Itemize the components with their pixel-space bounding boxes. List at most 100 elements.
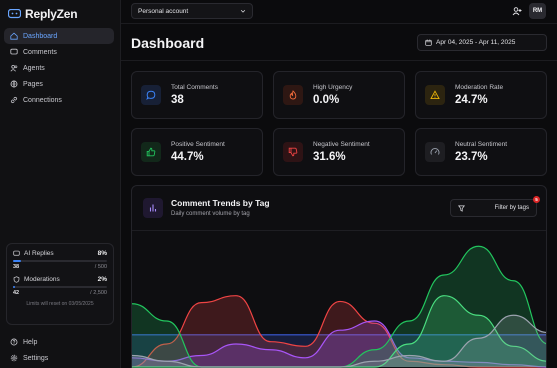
trend-icon-box — [143, 198, 163, 218]
message-icon — [10, 48, 18, 55]
ai-replies-limit: / 500 — [94, 264, 107, 270]
thumbs-up-icon — [146, 147, 156, 157]
sidebar-item-label: Pages — [23, 80, 43, 88]
users-icon — [10, 64, 18, 72]
calendar-icon — [425, 39, 432, 46]
stat-value: 38 — [171, 94, 184, 106]
sidebar: ReplyZen Dashboard Comments Agents Pages… — [0, 0, 121, 368]
page-title: Dashboard — [131, 35, 205, 51]
stat-card-total-comments: Total Comments 38 — [131, 71, 263, 119]
sidebar-item-comments[interactable]: Comments — [4, 44, 114, 60]
date-range-text: Apr 04, 2025 - Apr 11, 2025 — [436, 39, 516, 46]
sidebar-item-pages[interactable]: Pages — [4, 76, 114, 92]
trend-area-chart — [132, 245, 546, 368]
moderations-limit: / 2,500 — [90, 290, 107, 296]
stat-icon-box — [283, 85, 303, 105]
sidebar-item-label: Agents — [23, 64, 45, 72]
stat-title: Negative Sentiment — [313, 141, 370, 148]
account-name: Personal account — [138, 7, 189, 15]
ai-replies-row: AI Replies 8% — [13, 250, 107, 257]
stat-title: Positive Sentiment — [171, 141, 225, 148]
filter-count-badge: 5 — [533, 196, 540, 203]
chat-bubble-icon — [146, 90, 156, 100]
app-logo[interactable]: ReplyZen — [8, 7, 78, 21]
stat-value: 23.7% — [455, 151, 488, 163]
ai-replies-percent: 8% — [97, 250, 107, 257]
stat-card-positive-sentiment: Positive Sentiment 44.7% — [131, 128, 263, 176]
sidebar-item-label: Settings — [23, 354, 49, 362]
trend-subtitle: Daily comment volume by tag — [171, 211, 250, 217]
stat-title: High Urgency — [313, 84, 353, 91]
moderations-count: 42 / 2,500 — [13, 290, 107, 296]
user-plus-icon — [512, 7, 521, 16]
moderations-progress — [13, 286, 107, 288]
moderations-label: Moderations — [24, 276, 60, 283]
warning-icon — [430, 90, 440, 100]
ai-replies-progress — [13, 260, 107, 262]
ai-replies-count: 38 / 500 — [13, 264, 107, 270]
stat-value: 31.6% — [313, 151, 346, 163]
limits-reset-note: Limits will reset on 03/05/2025 — [26, 301, 94, 307]
sidebar-item-connections[interactable]: Connections — [4, 92, 114, 108]
invite-user-button[interactable] — [508, 3, 525, 19]
link-icon — [10, 96, 18, 104]
sidebar-item-settings[interactable]: Settings — [4, 350, 114, 366]
comment-trends-panel: Comment Trends by Tag Daily comment volu… — [131, 185, 547, 368]
stat-icon-box — [425, 85, 445, 105]
stat-value: 44.7% — [171, 151, 204, 163]
stat-title: Moderation Rate — [455, 84, 504, 91]
app-name: ReplyZen — [25, 7, 78, 21]
ai-replies-progress-fill — [13, 260, 21, 262]
moderations-percent: 2% — [97, 276, 107, 283]
stat-card-moderation-rate: Moderation Rate 24.7% — [415, 71, 547, 119]
shield-icon — [13, 276, 20, 283]
stat-icon-box — [141, 142, 161, 162]
sidebar-item-label: Connections — [23, 96, 62, 104]
stat-icon-box — [141, 85, 161, 105]
sidebar-item-label: Help — [23, 338, 38, 346]
sidebar-nav: Dashboard Comments Agents Pages Connecti… — [4, 28, 114, 108]
account-selector[interactable]: Personal account — [131, 3, 253, 19]
moderations-progress-fill — [13, 286, 15, 288]
ai-replies-used: 38 — [13, 264, 20, 270]
stat-card-negative-sentiment: Negative Sentiment 31.6% — [273, 128, 405, 176]
gear-icon — [10, 354, 18, 362]
user-avatar[interactable]: RM — [529, 3, 546, 19]
flame-icon — [289, 90, 297, 100]
stat-title: Neutral Sentiment — [455, 141, 508, 148]
top-bar: Personal account RM — [121, 0, 557, 24]
stat-icon-box — [283, 142, 303, 162]
trend-title: Comment Trends by Tag — [171, 198, 270, 208]
globe-icon — [10, 80, 18, 88]
stat-card-neutral-sentiment: Neutral Sentiment 23.7% — [415, 128, 547, 176]
stat-value: 0.0% — [313, 94, 340, 106]
help-circle-icon — [10, 338, 18, 346]
sidebar-bottom-nav: Help Settings — [4, 334, 114, 366]
ai-replies-label: AI Replies — [24, 250, 54, 257]
sidebar-item-label: Comments — [23, 48, 57, 56]
chat-icon — [13, 250, 20, 256]
gauge-icon — [430, 148, 440, 155]
filter-by-tags-button[interactable]: Filter by tags 5 — [450, 196, 540, 217]
stat-icon-box — [425, 142, 445, 162]
date-range-picker[interactable]: Apr 04, 2025 - Apr 11, 2025 — [417, 34, 547, 51]
sidebar-item-help[interactable]: Help — [4, 334, 114, 350]
filter-label: Filter by tags — [494, 205, 529, 211]
bar-chart-icon — [149, 204, 157, 212]
sidebar-item-label: Dashboard — [23, 32, 58, 40]
sidebar-item-dashboard[interactable]: Dashboard — [4, 28, 114, 44]
sidebar-item-agents[interactable]: Agents — [4, 60, 114, 76]
home-icon — [10, 32, 18, 40]
usage-panel: AI Replies 8% 38 / 500 Moderations 2% 42… — [6, 243, 114, 325]
filter-icon — [458, 205, 465, 212]
moderations-row: Moderations 2% — [13, 276, 107, 283]
stat-title: Total Comments — [171, 84, 218, 91]
moderations-used: 42 — [13, 290, 20, 296]
stat-value: 24.7% — [455, 94, 488, 106]
stat-card-high-urgency: High Urgency 0.0% — [273, 71, 405, 119]
chevron-down-icon — [240, 9, 246, 13]
thumbs-down-icon — [288, 147, 298, 157]
trend-divider — [132, 230, 546, 231]
header-divider — [121, 60, 557, 61]
replyzen-logo-icon — [8, 8, 21, 18]
